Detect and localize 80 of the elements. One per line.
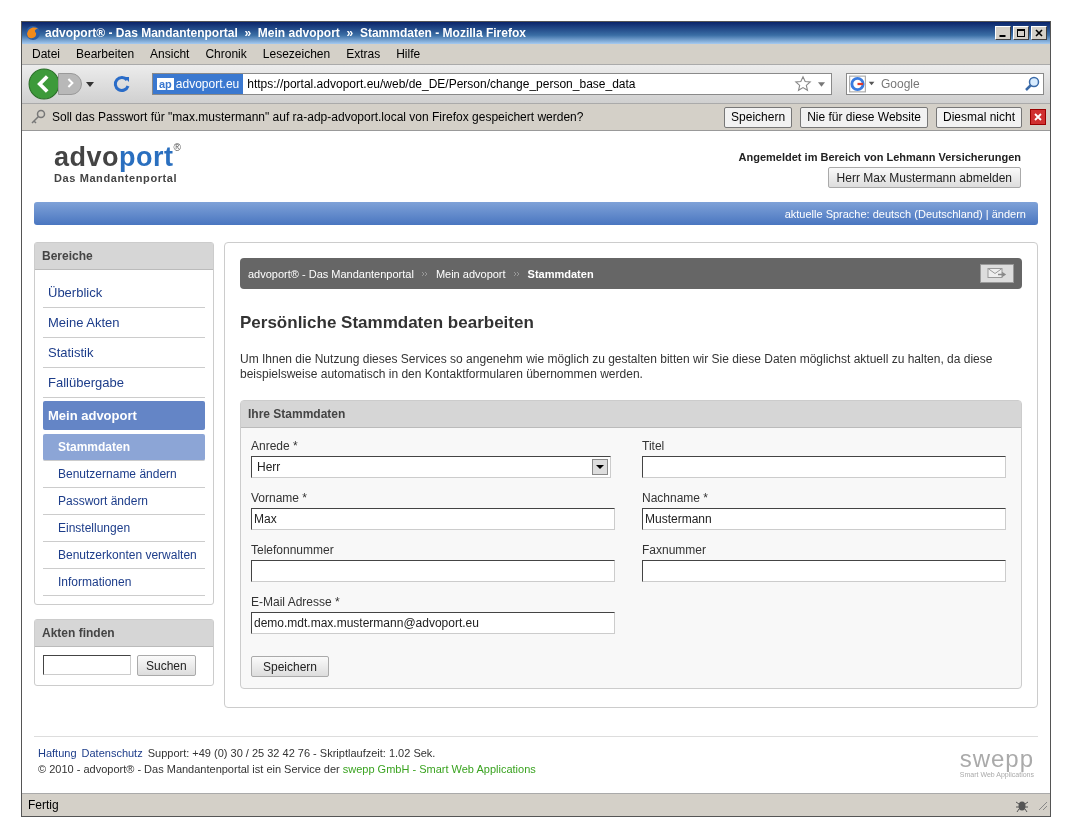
sidebar-subitem[interactable]: Passwort ändern xyxy=(43,488,205,515)
site-logo[interactable]: advoport® xyxy=(54,143,182,171)
field-label: Faxnummer xyxy=(642,543,707,557)
logout-button[interactable]: Herr Max Mustermann abmelden xyxy=(827,167,1021,188)
back-button[interactable] xyxy=(28,68,60,100)
sidebar-subitem[interactable]: Benutzerkonten verwalten xyxy=(43,542,205,569)
search-field[interactable] xyxy=(43,655,131,675)
notification-button[interactable]: Nie für diese Website xyxy=(800,106,928,128)
breadcrumb-link[interactable]: Stammdaten xyxy=(527,267,594,280)
maximize-button[interactable] xyxy=(1013,26,1029,40)
dropdown-caret-icon[interactable] xyxy=(592,459,608,475)
sidebar-subitem[interactable]: Benutzername ändern xyxy=(43,461,205,488)
breadcrumb-link[interactable]: advoport® - Das Mandantenportal xyxy=(248,267,414,280)
minimize-button[interactable] xyxy=(995,26,1011,40)
panel-heading: Akten finden xyxy=(35,620,213,647)
search-field[interactable]: Google xyxy=(846,73,1044,95)
menu-item[interactable]: Lesezeichen xyxy=(262,47,331,61)
address-bar[interactable]: ap advoport.eu https://portal.advoport.eu/web/de_DE/Person/change_person_base_data xyxy=(152,73,832,95)
intro-text: Um Ihnen die Nutzung dieses Services so angenehm wie möglich zu gestalten bitten wir Sie diese Daten möglichst aktuell zu halten, da diese beispielsweise automatisch in den Kontaktformularen übernommen werden. xyxy=(240,352,994,382)
sidebar-item[interactable]: Mein advoport xyxy=(43,401,205,430)
field-label: Nachname * xyxy=(642,491,710,505)
menu-item[interactable]: Bearbeiten xyxy=(76,47,135,61)
window-title: advoport® - Das Mandantenportal » Mein advoport » Stammdaten - Mozilla Firefox xyxy=(45,26,527,40)
panel-heading: Bereiche xyxy=(35,243,213,270)
input-field[interactable]: Max xyxy=(251,508,615,530)
notification-button[interactable]: Speichern xyxy=(724,106,793,128)
browser-globe-icon xyxy=(25,25,41,41)
copyright-text: © 2010 - advoport® - Das Mandantenportal ist ein Service der xyxy=(38,763,340,775)
logo-tagline: Das Mandantenportal xyxy=(54,172,179,184)
sidebar-item[interactable]: Meine Akten xyxy=(43,308,205,338)
footer-link[interactable]: Haftung xyxy=(38,747,77,759)
key-icon xyxy=(30,109,46,125)
menu-item[interactable]: Ansicht xyxy=(150,47,190,61)
sidebar-item[interactable]: Überblick xyxy=(43,278,205,308)
field-label: Telefonnummer xyxy=(251,543,335,557)
footer-link[interactable]: Datenschutz xyxy=(81,747,143,759)
sidebar-item[interactable]: Fallübergabe xyxy=(43,368,205,398)
support-info: Support: +49 (0) 30 / 25 32 42 76 - Skriptlaufzeit: 1.02 Sek. xyxy=(147,747,436,759)
search-icon[interactable] xyxy=(1024,76,1040,92)
field-label: Vorname * xyxy=(251,491,309,505)
input-field[interactable] xyxy=(642,456,1006,478)
field-label: E-Mail Adresse * xyxy=(251,595,341,609)
input-field[interactable]: demo.mdt.max.mustermann@advoport.eu xyxy=(251,612,615,634)
notification-message: Soll das Passwort für "max.mustermann" auf ra-adp-advoport.local von Firefox gespeichert werden? xyxy=(52,110,585,124)
close-icon xyxy=(1033,28,1045,38)
envelope-icon xyxy=(987,267,1007,280)
input-field[interactable]: Mustermann xyxy=(642,508,1006,530)
dropdown-field[interactable]: Herr xyxy=(251,456,611,478)
notification-button[interactable]: Diesmal nicht xyxy=(935,106,1022,128)
close-icon xyxy=(1033,112,1043,122)
minimize-icon xyxy=(999,35,1006,37)
save-button[interactable]: Speichern xyxy=(251,656,330,677)
page-title: Persönliche Stammdaten bearbeiten xyxy=(240,313,535,333)
chevron-icon xyxy=(420,270,429,277)
maximize-icon xyxy=(1015,28,1027,38)
resize-grip-icon[interactable] xyxy=(1036,799,1048,811)
chevron-icon xyxy=(512,270,521,277)
sidebar-subitem[interactable]: Einstellungen xyxy=(43,515,205,542)
search-button[interactable]: Suchen xyxy=(137,655,196,676)
field-label: Anrede * xyxy=(251,439,299,453)
sidebar-item[interactable]: Statistik xyxy=(43,338,205,368)
menu-item[interactable]: Hilfe xyxy=(396,47,421,61)
status-text: Fertig xyxy=(28,798,60,812)
input-field[interactable] xyxy=(251,560,615,582)
site-identity-badge[interactable]: ap advoport.eu xyxy=(153,74,244,94)
search-engine-icon[interactable] xyxy=(847,75,877,93)
brand-logo: swepp xyxy=(959,747,1034,771)
dropdown-caret-icon[interactable] xyxy=(86,81,94,87)
field-label: Titel xyxy=(642,439,666,453)
menu-item[interactable]: Datei xyxy=(32,47,60,61)
sidebar-subitem[interactable]: Informationen xyxy=(43,569,205,596)
reload-icon[interactable] xyxy=(112,74,132,94)
breadcrumb-link[interactable]: Mein advoport xyxy=(435,267,506,280)
menu-item[interactable]: Chronik xyxy=(205,47,247,61)
close-button[interactable] xyxy=(1030,109,1046,125)
input-field[interactable] xyxy=(642,560,1006,582)
panel-heading: Ihre Stammdaten xyxy=(241,401,1021,428)
bookmark-star-icon[interactable] xyxy=(794,75,812,93)
menu-item[interactable]: Extras xyxy=(346,47,381,61)
login-info: Angemeldet im Bereich von Lehmann Versicherungen xyxy=(738,151,1021,163)
